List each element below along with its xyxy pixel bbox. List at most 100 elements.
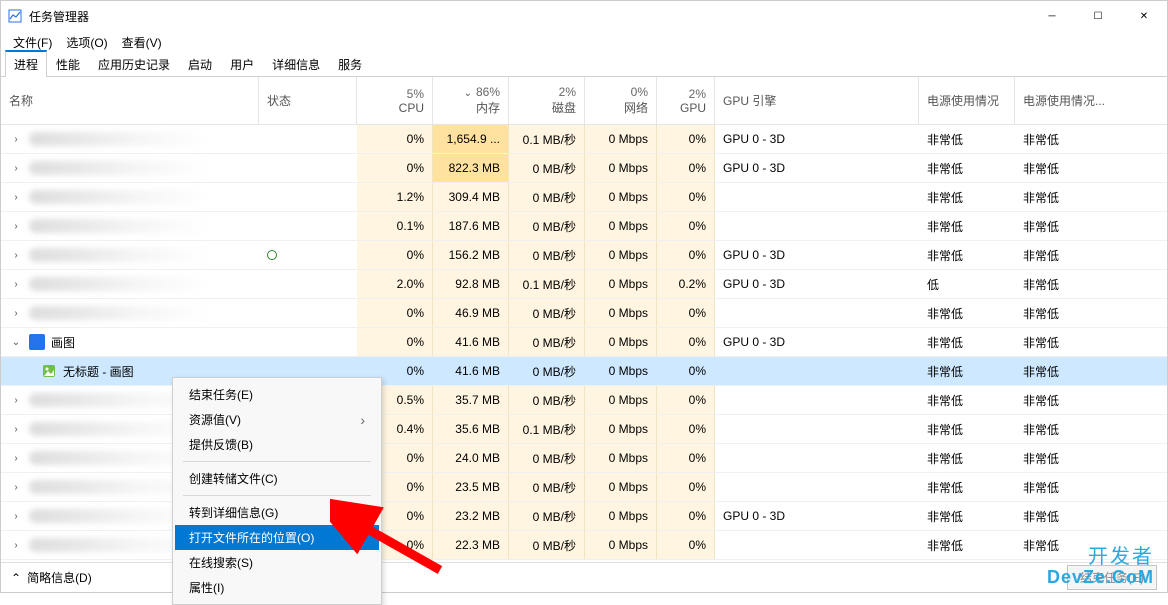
gpu-engine-cell (715, 444, 919, 472)
cpu-cell: 0% (357, 125, 433, 153)
power-cell: 非常低 (919, 502, 1015, 530)
context-menu-item[interactable]: 属性(I) (175, 575, 379, 600)
expand-icon[interactable]: › (9, 482, 23, 493)
expand-icon[interactable]: › (9, 134, 23, 145)
collapse-icon[interactable]: ⌄ (9, 337, 23, 348)
menu-item-label: 创建转储文件(C) (189, 470, 278, 487)
power-cell: 非常低 (919, 241, 1015, 269)
power-cell: 非常低 (919, 386, 1015, 414)
context-menu-item[interactable]: 提供反馈(B) (175, 432, 379, 457)
expand-icon[interactable]: › (9, 250, 23, 261)
table-row[interactable]: ›1.2%309.4 MB0 MB/秒0 Mbps0%非常低非常低 (1, 183, 1167, 212)
power-trend-cell: 非常低 (1015, 241, 1133, 269)
context-menu-item[interactable]: 转到详细信息(G) (175, 500, 379, 525)
table-row[interactable]: ›0%156.2 MB0 MB/秒0 Mbps0%GPU 0 - 3D非常低非常… (1, 241, 1167, 270)
power-trend-cell: 非常低 (1015, 125, 1133, 153)
menu-item-label: 结束任务(E) (189, 386, 253, 403)
expand-icon[interactable]: › (9, 511, 23, 522)
process-name-cell: › (1, 183, 259, 211)
disk-cell: 0.1 MB/秒 (509, 125, 585, 153)
expand-icon[interactable]: › (9, 540, 23, 551)
close-button[interactable]: ✕ (1121, 1, 1167, 31)
memory-cell: 35.6 MB (433, 415, 509, 443)
end-task-button[interactable]: 结束任务(E) (1067, 565, 1157, 590)
table-row[interactable]: ›2.0%92.8 MB0.1 MB/秒0 Mbps0.2%GPU 0 - 3D… (1, 270, 1167, 299)
context-menu-item[interactable]: 打开文件所在的位置(O) (175, 525, 379, 550)
tab-app-history[interactable]: 应用历史记录 (89, 51, 179, 77)
memory-cell: 35.7 MB (433, 386, 509, 414)
table-row[interactable]: ›0%822.3 MB0 MB/秒0 Mbps0%GPU 0 - 3D非常低非常… (1, 154, 1167, 183)
column-headers: 名称 状态 5%CPU 86%内存 2%磁盘 0%网络 2%GPU GPU 引擎… (1, 77, 1167, 125)
network-cell: 0 Mbps (585, 357, 657, 385)
header-status[interactable]: 状态 (259, 77, 357, 124)
power-trend-cell: 非常低 (1015, 270, 1133, 298)
maximize-button[interactable]: ☐ (1075, 1, 1121, 31)
tab-details[interactable]: 详细信息 (263, 51, 329, 77)
header-cpu[interactable]: 5%CPU (357, 77, 433, 124)
fewer-details-button[interactable]: ⌃ 简略信息(D) (11, 569, 92, 586)
expand-icon[interactable]: › (9, 424, 23, 435)
menu-item-label: 属性(I) (189, 579, 224, 596)
header-memory[interactable]: 86%内存 (433, 77, 509, 124)
tab-performance[interactable]: 性能 (47, 51, 89, 77)
memory-cell: 22.3 MB (433, 531, 509, 559)
menu-view[interactable]: 查看(V) (116, 32, 168, 53)
gpu-engine-cell: GPU 0 - 3D (715, 502, 919, 530)
tab-services[interactable]: 服务 (329, 51, 371, 77)
context-menu-item[interactable]: 结束任务(E) (175, 382, 379, 407)
disk-cell: 0 MB/秒 (509, 154, 585, 182)
expand-icon[interactable]: › (9, 395, 23, 406)
expand-icon[interactable]: › (9, 221, 23, 232)
context-menu-item[interactable]: 在线搜索(S) (175, 550, 379, 575)
power-trend-cell: 非常低 (1015, 473, 1133, 501)
cpu-cell: 0.1% (357, 212, 433, 240)
tab-processes[interactable]: 进程 (5, 50, 47, 77)
memory-cell: 41.6 MB (433, 357, 509, 385)
gpu-cell: 0% (657, 531, 715, 559)
gpu-cell: 0.2% (657, 270, 715, 298)
header-power[interactable]: 电源使用情况 (919, 77, 1015, 124)
minimize-button[interactable]: ─ (1029, 1, 1075, 31)
context-menu-item[interactable]: 创建转储文件(C) (175, 466, 379, 491)
expand-icon[interactable]: › (9, 279, 23, 290)
menu-options[interactable]: 选项(O) (60, 32, 113, 53)
redacted-name (29, 190, 209, 204)
table-row[interactable]: ›0%46.9 MB0 MB/秒0 Mbps0%非常低非常低 (1, 299, 1167, 328)
gpu-engine-cell: GPU 0 - 3D (715, 270, 919, 298)
network-cell: 0 Mbps (585, 473, 657, 501)
cpu-cell: 2.0% (357, 270, 433, 298)
header-gpu-engine[interactable]: GPU 引擎 (715, 77, 919, 124)
expand-icon[interactable]: › (9, 163, 23, 174)
tab-startup[interactable]: 启动 (179, 51, 221, 77)
table-row[interactable]: ›0.1%187.6 MB0 MB/秒0 Mbps0%非常低非常低 (1, 212, 1167, 241)
memory-cell: 309.4 MB (433, 183, 509, 211)
header-power-trend[interactable]: 电源使用情况... (1015, 77, 1133, 124)
header-gpu[interactable]: 2%GPU (657, 77, 715, 124)
menu-item-label: 打开文件所在的位置(O) (189, 529, 314, 546)
status-cell (259, 328, 357, 356)
expand-icon[interactable]: › (9, 308, 23, 319)
header-disk[interactable]: 2%磁盘 (509, 77, 585, 124)
gpu-cell: 0% (657, 299, 715, 327)
menu-separator (183, 461, 371, 462)
gpu-cell: 0% (657, 154, 715, 182)
disk-cell: 0 MB/秒 (509, 328, 585, 356)
gpu-engine-cell: GPU 0 - 3D (715, 241, 919, 269)
disk-cell: 0 MB/秒 (509, 183, 585, 211)
context-menu-item[interactable]: 资源值(V) (175, 407, 379, 432)
power-cell: 非常低 (919, 444, 1015, 472)
table-row[interactable]: ›0%1,654.9 ...0.1 MB/秒0 Mbps0%GPU 0 - 3D… (1, 125, 1167, 154)
expand-icon[interactable]: › (9, 192, 23, 203)
expand-icon[interactable]: › (9, 453, 23, 464)
disk-cell: 0 MB/秒 (509, 241, 585, 269)
network-cell: 0 Mbps (585, 299, 657, 327)
tab-users[interactable]: 用户 (221, 51, 263, 77)
header-network[interactable]: 0%网络 (585, 77, 657, 124)
header-name[interactable]: 名称 (1, 77, 259, 124)
power-cell: 非常低 (919, 183, 1015, 211)
titlebar[interactable]: 任务管理器 ─ ☐ ✕ (1, 1, 1167, 31)
table-row[interactable]: ⌄画图0%41.6 MB0 MB/秒0 Mbps0%GPU 0 - 3D非常低非… (1, 328, 1167, 357)
process-name-cell: › (1, 241, 259, 269)
status-cell (259, 183, 357, 211)
power-trend-cell: 非常低 (1015, 357, 1133, 385)
